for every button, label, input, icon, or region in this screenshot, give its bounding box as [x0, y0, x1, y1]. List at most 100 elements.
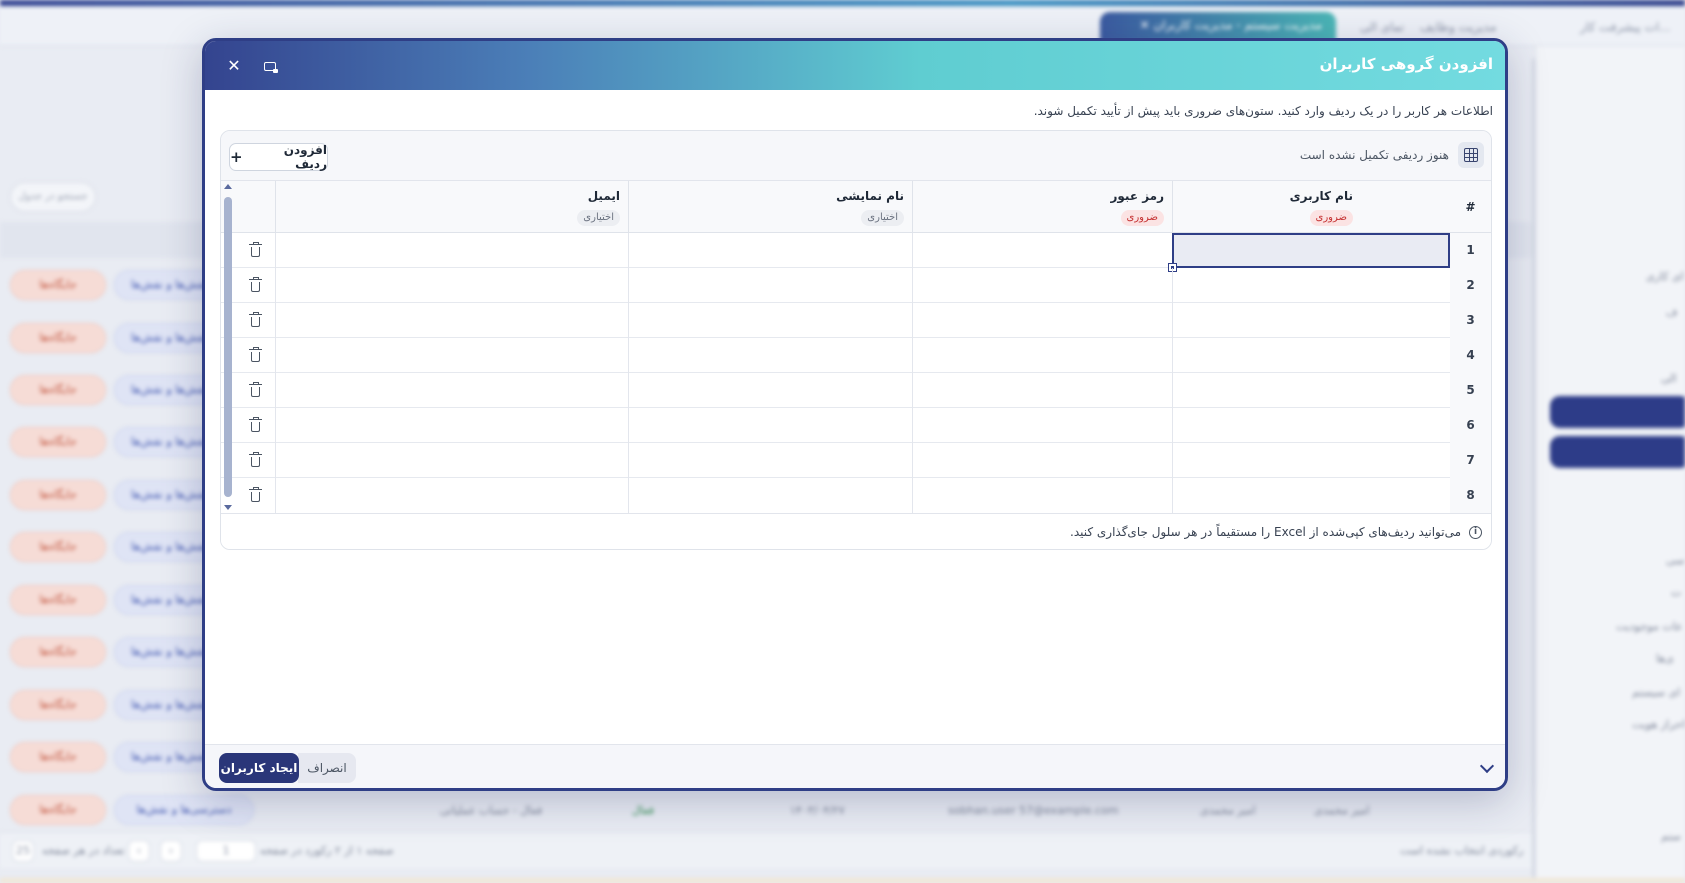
places-pill[interactable]: جایگاه‌ها — [10, 532, 106, 562]
cell-display-name[interactable] — [628, 303, 912, 338]
row-number: 6 — [1450, 408, 1491, 443]
places-pill[interactable]: جایگاه‌ها — [10, 742, 106, 772]
required-badge: ضروری — [1309, 210, 1353, 226]
create-users-button[interactable]: ایجاد کاربران — [219, 753, 299, 783]
add-row-label: افزودن ردیف — [283, 143, 327, 171]
chevron-down-icon[interactable] — [1481, 761, 1493, 773]
trash-icon — [248, 452, 262, 467]
delete-row-button[interactable] — [235, 268, 275, 303]
next-page-button[interactable]: ‹ — [128, 840, 150, 862]
cell-email[interactable] — [275, 268, 628, 303]
grid-vertical-scrollbar[interactable] — [222, 181, 235, 513]
cell-username[interactable] — [1172, 338, 1450, 373]
trash-icon — [248, 312, 262, 327]
sidebar-active-item[interactable] — [1550, 396, 1685, 428]
cell-email[interactable] — [275, 303, 628, 338]
breadcrumb-item[interactable]: تمای الی — [1360, 20, 1404, 34]
cell-username[interactable] — [1172, 373, 1450, 408]
scrollbar-thumb[interactable] — [224, 197, 232, 497]
cell-display-name[interactable] — [628, 268, 912, 303]
cell-password[interactable] — [912, 408, 1172, 443]
grid-footer: i می‌توانید ردیف‌های کپی‌شده از Excel را… — [221, 513, 1491, 549]
delete-row-button[interactable] — [235, 408, 275, 443]
prev-page-button[interactable]: › — [160, 840, 182, 862]
places-pill[interactable]: جایگاه‌ها — [10, 690, 106, 720]
cancel-button[interactable]: انصراف — [298, 753, 356, 783]
cell-email[interactable] — [275, 373, 628, 408]
dialog-description: اطلاعات هر کاربر را در یک ردیف وارد کنید… — [1033, 104, 1493, 118]
cell-display-name[interactable] — [628, 478, 912, 513]
cell-display-name[interactable] — [628, 443, 912, 478]
column-header-password: رمز عبور ضروری — [912, 181, 1172, 233]
row-number: 7 — [1450, 443, 1491, 478]
table-row: 4 — [221, 338, 1491, 373]
places-pill[interactable]: جایگاه‌ها — [10, 270, 106, 300]
page-input[interactable]: 1 — [196, 840, 256, 862]
optional-badge: اختیاری — [861, 210, 904, 226]
breadcrumb-item[interactable]: ...ات پیشرفت کار — [1580, 20, 1671, 34]
cell-email[interactable] — [275, 233, 628, 268]
table-grid-icon — [1464, 148, 1478, 162]
cell-display-name[interactable] — [628, 233, 912, 268]
trash-icon — [248, 347, 262, 362]
cell-password[interactable] — [912, 478, 1172, 513]
grid-status: هنوز ردیفی تکمیل نشده است — [1299, 148, 1449, 162]
optional-badge: اختیاری — [577, 210, 620, 226]
cell-display-name[interactable] — [628, 373, 912, 408]
delete-row-button[interactable] — [235, 338, 275, 373]
places-pill[interactable]: جایگاه‌ها — [10, 375, 106, 405]
row-number: 8 — [1450, 478, 1491, 513]
add-row-button[interactable]: افزودن ردیف + — [229, 143, 328, 171]
places-pill[interactable]: جایگاه‌ها — [10, 585, 106, 615]
cell-username[interactable] — [1172, 303, 1450, 338]
cell-username[interactable] — [1172, 408, 1450, 443]
active-cell[interactable] — [1168, 233, 1450, 272]
delete-row-button[interactable] — [235, 443, 275, 478]
cell-username[interactable] — [1172, 443, 1450, 478]
cell-password[interactable] — [912, 373, 1172, 408]
cell-password[interactable] — [912, 268, 1172, 303]
cell-password[interactable] — [912, 233, 1172, 268]
table-search-chip[interactable]: جستجو در جدول — [10, 182, 96, 212]
cell-password[interactable] — [912, 303, 1172, 338]
table-row: 6 — [221, 408, 1491, 443]
cell-username[interactable] — [1172, 478, 1450, 513]
row-number: 5 — [1450, 373, 1491, 408]
cell-display-name[interactable] — [628, 338, 912, 373]
column-header-username: نام کاربری ضروری — [1172, 181, 1361, 233]
bulk-add-users-dialog: ✕ افزودن گروهی کاربران اطلاعات هر کاربر … — [202, 38, 1508, 791]
cell-email[interactable] — [275, 443, 628, 478]
close-button[interactable]: ✕ — [221, 53, 247, 79]
bulk-entry-grid: هنوز ردیفی تکمیل نشده است افزودن ردیف + … — [220, 130, 1492, 550]
bottom-strip — [0, 878, 1685, 883]
places-pill[interactable]: جایگاه‌ها — [10, 323, 106, 353]
column-header-email: ایمیل اختیاری — [275, 181, 628, 233]
cell-password[interactable] — [912, 443, 1172, 478]
delete-row-button[interactable] — [235, 233, 275, 268]
grid-header-row: # نام کاربری ضروری رمز عبور ضروری نام نم… — [221, 181, 1491, 233]
sidebar-active-item[interactable] — [1550, 436, 1685, 468]
delete-row-button[interactable] — [235, 303, 275, 338]
cell-display-name[interactable] — [628, 408, 912, 443]
cell-username[interactable] — [1172, 268, 1450, 303]
row-number: 2 — [1450, 268, 1491, 303]
cell-password[interactable] — [912, 338, 1172, 373]
cell-email[interactable] — [275, 338, 628, 373]
places-pill[interactable]: جایگاه‌ها — [10, 427, 106, 457]
scroll-down-arrow-icon[interactable] — [224, 505, 232, 510]
cell-email[interactable] — [275, 478, 628, 513]
row-number: 4 — [1450, 338, 1491, 373]
scroll-up-arrow-icon[interactable] — [224, 184, 232, 189]
table-row: 3 — [221, 303, 1491, 338]
breadcrumb-item[interactable]: مدیریت وظایف — [1420, 20, 1496, 34]
row-number: 3 — [1450, 303, 1491, 338]
restore-window-button[interactable] — [257, 53, 283, 79]
places-pill[interactable]: جایگاه‌ها — [10, 480, 106, 510]
delete-row-button[interactable] — [235, 478, 275, 513]
trash-icon — [248, 417, 262, 432]
restore-window-icon — [264, 62, 278, 73]
per-page-select[interactable]: 25 — [12, 840, 34, 862]
delete-row-button[interactable] — [235, 373, 275, 408]
places-pill[interactable]: جایگاه‌ها — [10, 637, 106, 667]
cell-email[interactable] — [275, 408, 628, 443]
